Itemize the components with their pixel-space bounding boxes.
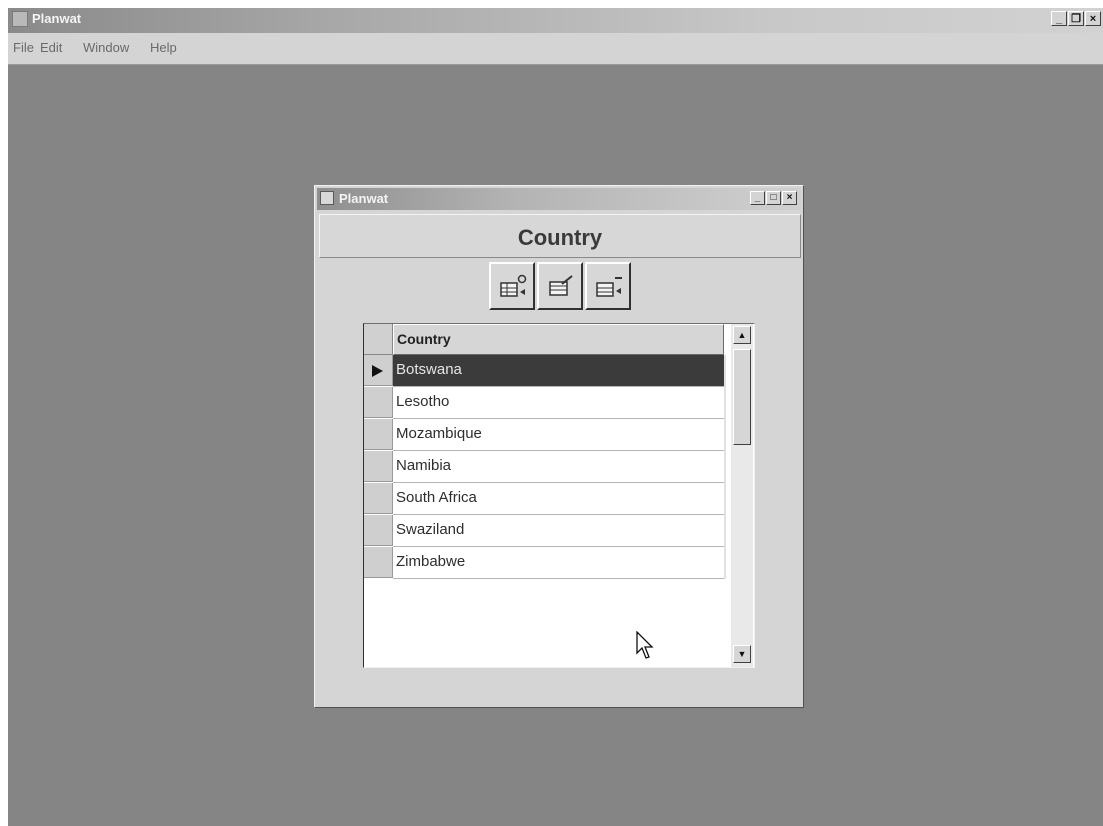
dialog-close-button[interactable]: × (782, 191, 797, 205)
delete-record-button[interactable] (585, 262, 631, 310)
grid-divider (724, 355, 726, 579)
row-selector[interactable] (364, 419, 393, 450)
row-selector[interactable] (364, 547, 393, 578)
menu-file[interactable]: File (13, 40, 34, 55)
app-titlebar[interactable]: Planwat _ ❐ × (8, 8, 1103, 33)
country-cell[interactable]: Namibia (393, 451, 724, 483)
row-selector[interactable] (364, 515, 393, 546)
current-row-indicator (364, 355, 393, 386)
column-header-country[interactable]: Country (393, 324, 724, 355)
table-row[interactable]: Botswana (364, 355, 726, 387)
country-cell[interactable]: Zimbabwe (393, 547, 724, 579)
app-window-controls: _ ❐ × (1051, 11, 1101, 26)
menu-bar: File Edit Window Help (8, 33, 1103, 65)
edit-record-icon (549, 275, 573, 296)
dialog-title: Planwat (339, 191, 389, 206)
row-selector[interactable] (364, 451, 393, 482)
page-title: Country (517, 225, 603, 250)
restore-button[interactable]: ❐ (1068, 11, 1084, 26)
app-icon (12, 11, 28, 27)
menu-help[interactable]: Help (150, 40, 177, 55)
close-button[interactable]: × (1085, 11, 1101, 26)
dialog-titlebar[interactable]: Planwat _ □ × (317, 188, 801, 210)
table-row[interactable]: Zimbabwe (364, 547, 726, 579)
country-cell[interactable]: Lesotho (393, 387, 724, 419)
add-record-button[interactable] (489, 262, 535, 310)
delete-record-icon (596, 277, 622, 297)
country-cell[interactable]: Botswana (393, 355, 724, 387)
dialog-window-controls: _ □ × (750, 191, 797, 205)
dialog-minimize-button[interactable]: _ (750, 191, 765, 205)
edit-record-button[interactable] (537, 262, 583, 310)
menu-edit[interactable]: Edit (40, 40, 62, 55)
grid-corner (364, 324, 393, 355)
country-cell[interactable]: South Africa (393, 483, 724, 515)
table-row[interactable]: South Africa (364, 483, 726, 515)
app-icon (320, 191, 334, 205)
dialog-maximize-button[interactable]: □ (766, 191, 781, 205)
table-row[interactable]: Namibia (364, 451, 726, 483)
add-record-icon (500, 274, 527, 297)
scroll-thumb[interactable] (733, 349, 751, 445)
table-row[interactable]: Lesotho (364, 387, 726, 419)
minimize-button[interactable]: _ (1051, 11, 1067, 26)
country-cell[interactable]: Swaziland (393, 515, 724, 547)
mouse-pointer-icon (636, 631, 654, 659)
record-toolbar (489, 262, 635, 312)
app-title: Planwat (32, 11, 82, 26)
table-row[interactable]: Mozambique (364, 419, 726, 451)
grid-header: Country (364, 324, 726, 355)
header-panel: Country (319, 214, 801, 258)
grid-rows: Botswana Lesotho Mozambique Namibia Sout… (364, 355, 726, 579)
scroll-down-button[interactable]: ▼ (733, 645, 751, 663)
country-grid[interactable]: Country Botswana Lesotho Mozambique Nami… (363, 323, 755, 668)
scroll-up-button[interactable]: ▲ (733, 326, 751, 344)
table-row[interactable]: Swaziland (364, 515, 726, 547)
country-dialog: Planwat _ □ × Country Country Botswana L… (314, 185, 804, 708)
row-selector[interactable] (364, 483, 393, 514)
menu-window[interactable]: Window (83, 40, 129, 55)
row-selector[interactable] (364, 387, 393, 418)
country-cell[interactable]: Mozambique (393, 419, 724, 451)
vertical-scrollbar[interactable]: ▲ ▼ (731, 324, 753, 667)
app-window: Planwat _ ❐ × File Edit Window Help Plan… (8, 8, 1103, 826)
